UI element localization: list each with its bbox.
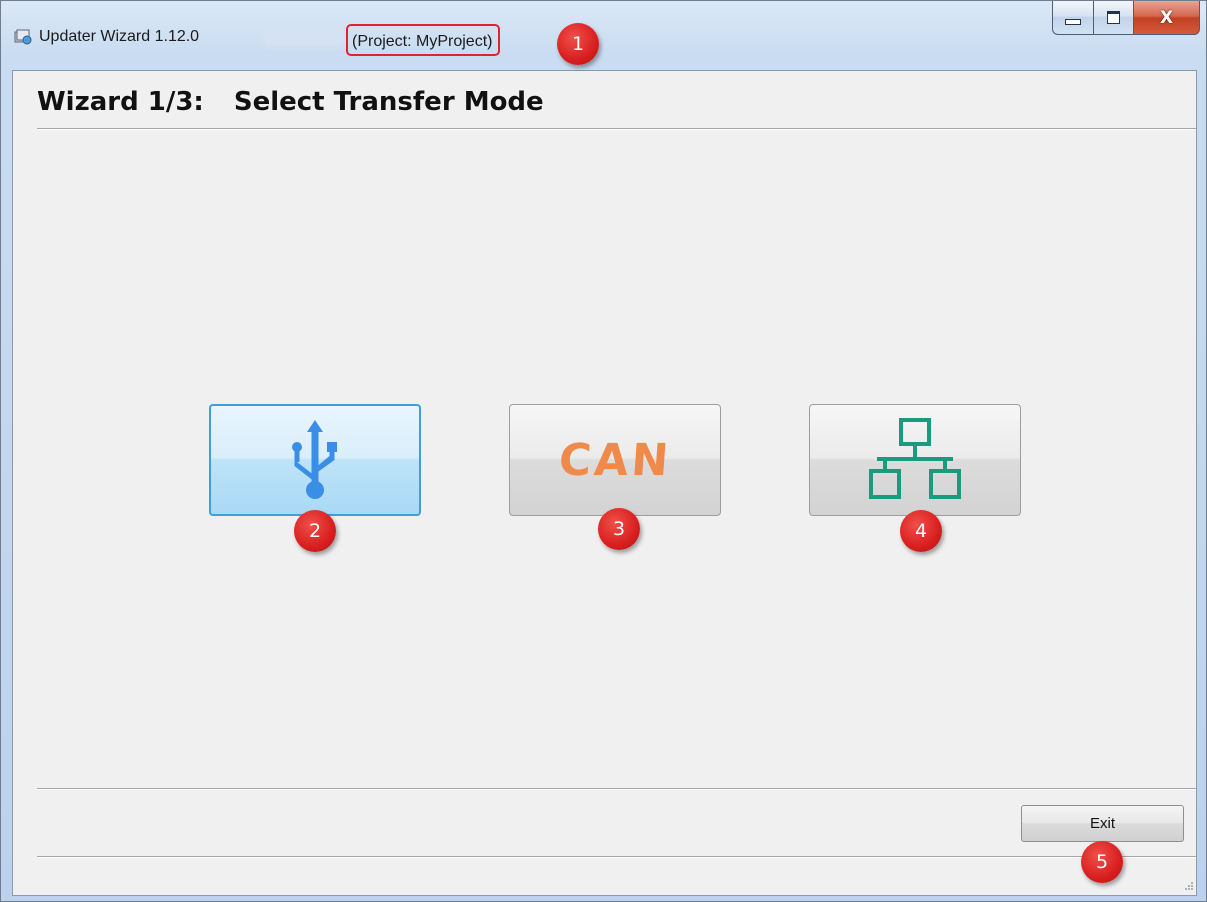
usb-icon	[292, 420, 337, 499]
wizard-title: Select Transfer Mode	[233, 87, 544, 117]
close-icon: X	[1159, 7, 1174, 28]
can-label: CAN	[557, 434, 673, 486]
window-controls: X	[1052, 1, 1200, 41]
wizard-step: Wizard 1/3:	[37, 87, 204, 117]
annotation-marker: 2	[294, 510, 336, 552]
maximize-icon	[1107, 11, 1120, 24]
updater-wizard-window: Updater Wizard 1.12.0 (Project: MyProjec…	[0, 0, 1207, 902]
window-title: Updater Wizard 1.12.0	[39, 28, 200, 45]
can-mode-button[interactable]: CAN	[509, 404, 721, 516]
footer-divider-bottom	[37, 856, 1196, 858]
usb-mode-button[interactable]	[209, 404, 421, 516]
project-name: (Project: MyProject)	[346, 24, 501, 56]
annotation-marker: 3	[598, 508, 640, 550]
minimize-button[interactable]	[1052, 1, 1094, 35]
app-icon	[14, 29, 32, 45]
network-icon	[869, 418, 961, 499]
network-mode-button[interactable]	[809, 404, 1021, 516]
footer-divider-top	[37, 788, 1196, 790]
exit-button[interactable]: Exit	[1021, 805, 1184, 842]
minimize-icon	[1065, 18, 1081, 25]
page-title: Wizard 1/3: Select Transfer Mode	[37, 87, 544, 117]
close-button[interactable]: X	[1134, 1, 1200, 35]
client-area: Wizard 1/3: Select Transfer Mode CAN Exi…	[12, 70, 1197, 896]
redacted-area	[263, 25, 345, 47]
resize-grip-icon[interactable]	[1182, 881, 1194, 893]
annotation-marker: 4	[900, 510, 942, 552]
header-divider	[37, 128, 1196, 130]
maximize-button[interactable]	[1094, 1, 1134, 35]
annotation-marker: 1	[557, 23, 599, 65]
title-bar[interactable]: Updater Wizard 1.12.0 (Project: MyProjec…	[1, 1, 1206, 70]
annotation-marker: 5	[1081, 841, 1123, 883]
